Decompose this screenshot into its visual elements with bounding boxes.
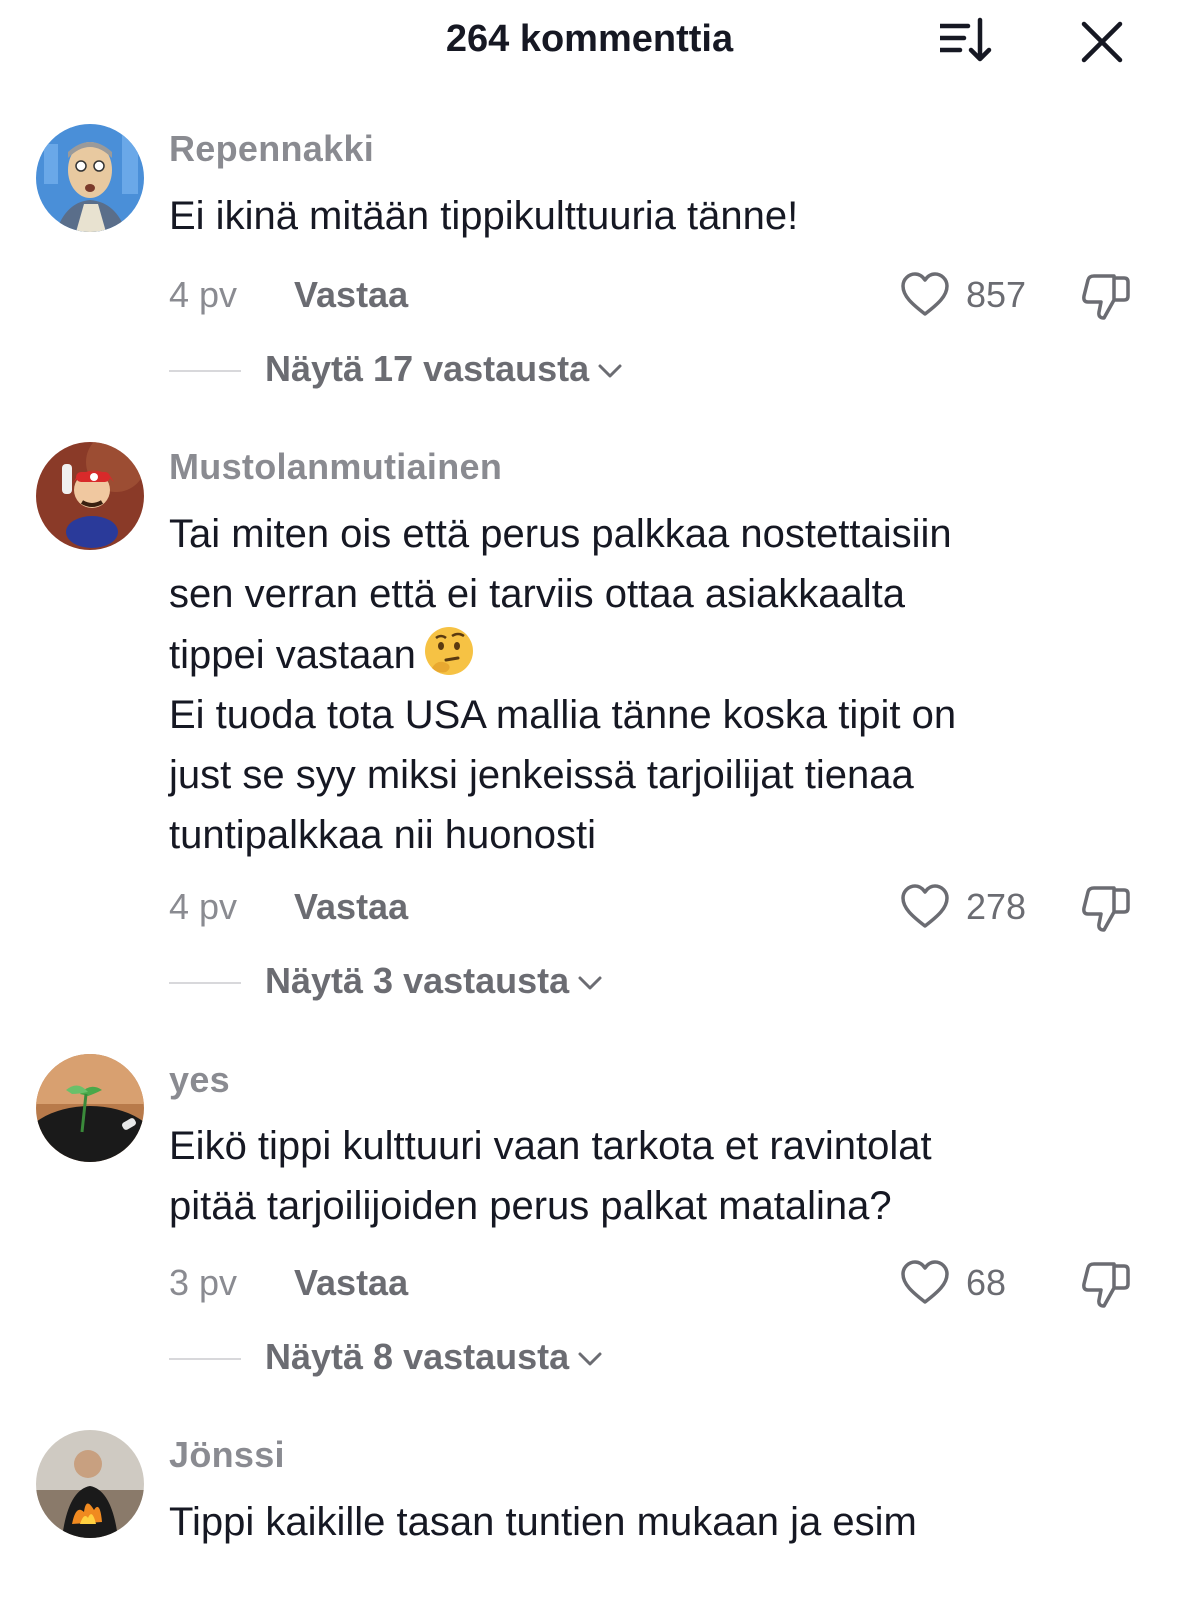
- comments-header: 264 kommenttia: [0, 0, 1179, 84]
- comment-text: Ei ikinä mitään tippikulttuuria tänne!: [169, 194, 799, 238]
- view-replies-button[interactable]: Näytä 3 vastausta: [265, 960, 603, 1002]
- chevron-down-icon: [578, 1352, 602, 1366]
- comment-date: 4 pv: [169, 274, 238, 315]
- view-replies[interactable]: Näytä 17 vastausta: [0, 346, 1179, 396]
- heart-icon[interactable]: [900, 1258, 950, 1308]
- comment-text: Tippi kaikille tasan tuntien mukaan ja e…: [169, 1500, 917, 1544]
- comment-username[interactable]: yes: [169, 1059, 230, 1101]
- view-replies[interactable]: Näytä 3 vastausta: [0, 958, 1179, 1008]
- comment-username[interactable]: Jönssi: [169, 1434, 285, 1476]
- reply-button[interactable]: Vastaa: [294, 886, 408, 928]
- comment-actions: 4 pv Vastaa 857: [0, 270, 1179, 320]
- cartoon-man-avatar[interactable]: [36, 124, 144, 232]
- sort-icon[interactable]: [937, 16, 994, 66]
- like-count: 68: [966, 1262, 1007, 1303]
- thumbs-down-icon[interactable]: [1080, 882, 1132, 934]
- comment-date: 4 pv: [169, 886, 238, 927]
- like-count: 857: [966, 274, 1027, 315]
- comment-actions: 3 pv Vastaa 68: [0, 1258, 1179, 1308]
- plant-sunset-avatar[interactable]: [36, 1054, 144, 1162]
- like-count: 278: [966, 886, 1027, 927]
- divider: [169, 982, 241, 984]
- chevron-down-icon: [598, 364, 622, 378]
- close-icon[interactable]: [1078, 18, 1126, 66]
- comment-username[interactable]: Mustolanmutiainen: [169, 446, 502, 488]
- thinking-face-icon: [424, 627, 473, 675]
- comment-date: 3 pv: [169, 1262, 238, 1303]
- thumbs-down-icon[interactable]: [1080, 1258, 1132, 1310]
- view-replies[interactable]: Näytä 8 vastausta: [0, 1334, 1179, 1384]
- comment-actions: 4 pv Vastaa 278: [0, 882, 1179, 932]
- chef-flame-avatar[interactable]: [36, 1430, 144, 1538]
- comment-text: Tai miten ois että perus palkkaa nostett…: [169, 512, 957, 857]
- comment-username[interactable]: Repennakki: [169, 128, 374, 170]
- chevron-down-icon: [578, 976, 602, 990]
- reply-button[interactable]: Vastaa: [294, 274, 408, 316]
- heart-icon[interactable]: [900, 270, 950, 320]
- comment-text: Eikö tippi kulttuuri vaan tarkota et rav…: [169, 1124, 932, 1228]
- divider: [169, 1358, 241, 1360]
- mario-avatar[interactable]: [36, 442, 144, 550]
- heart-icon[interactable]: [900, 882, 950, 932]
- divider: [169, 370, 241, 372]
- view-replies-button[interactable]: Näytä 17 vastausta: [265, 348, 623, 390]
- view-replies-button[interactable]: Näytä 8 vastausta: [265, 1336, 603, 1378]
- comment-count-title: 264 kommenttia: [445, 18, 734, 60]
- reply-button[interactable]: Vastaa: [294, 1262, 408, 1304]
- thumbs-down-icon[interactable]: [1080, 270, 1132, 322]
